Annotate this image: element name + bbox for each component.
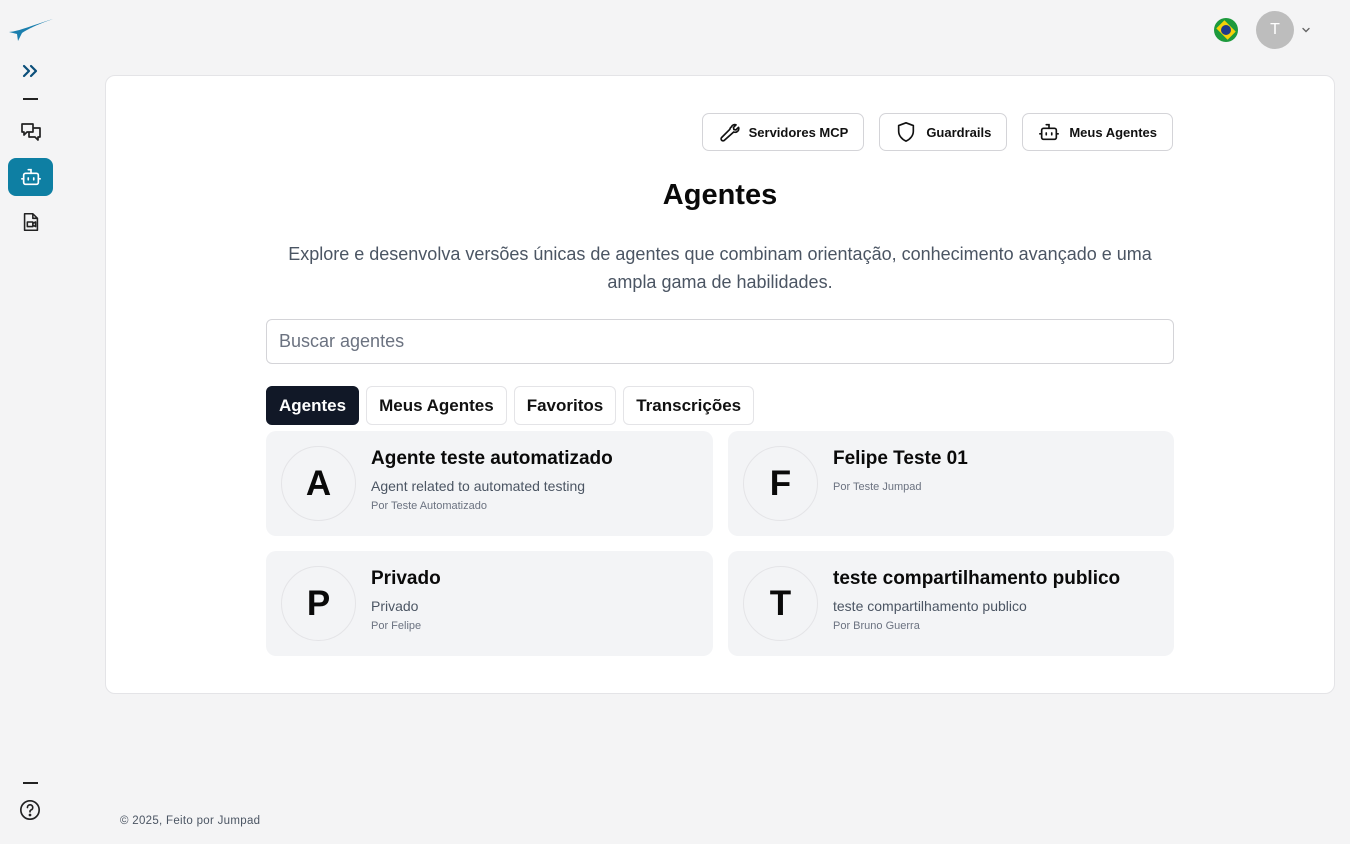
mcp-servers-label: Servidores MCP <box>748 124 849 140</box>
guardrails-button[interactable]: Guardrails <box>879 113 1008 151</box>
agent-author: Por Teste Automatizado <box>371 500 487 512</box>
my-agents-button[interactable]: Meus Agentes <box>1022 113 1173 151</box>
agent-author: Por Bruno Guerra <box>833 620 920 632</box>
tab-bar: Agentes Meus Agentes Favoritos Transcriç… <box>266 386 755 425</box>
help-icon[interactable] <box>18 798 42 822</box>
sidebar-divider <box>23 782 38 784</box>
agent-author: Por Teste Jumpad <box>833 481 922 493</box>
agent-name: Felipe Teste 01 <box>833 448 968 469</box>
agent-description: Privado <box>371 598 419 614</box>
agent-author: Por Felipe <box>371 620 422 632</box>
agent-description: teste compartilhamento publico <box>833 598 1027 614</box>
video-file-icon <box>23 212 38 232</box>
agent-avatar: P <box>281 566 356 641</box>
agent-description: Agent related to automated testing <box>371 478 586 494</box>
user-menu[interactable]: T <box>1256 11 1312 49</box>
agent-avatar: T <box>743 566 818 641</box>
page-title: Agentes <box>662 179 778 211</box>
robot-icon <box>20 168 41 186</box>
agent-card[interactable]: A Agente teste automatizado Agent relate… <box>266 431 713 536</box>
sidebar-divider <box>23 98 38 100</box>
page-description: Explore e desenvolva versões únicas de a… <box>288 244 1152 292</box>
sidebar <box>0 0 60 844</box>
sidebar-item-transcriptions[interactable] <box>8 203 53 241</box>
agent-name: Privado <box>371 568 441 589</box>
chat-icon <box>20 123 41 141</box>
tab-transcriptions[interactable]: Transcrições <box>623 386 755 425</box>
robot-icon <box>1039 123 1060 141</box>
brazil-flag-icon[interactable] <box>1214 18 1238 42</box>
main-card: Servidores MCP Guardrails Meus Agentes A… <box>105 75 1335 694</box>
shield-icon <box>898 122 915 142</box>
agent-card[interactable]: F Felipe Teste 01 Por Teste Jumpad <box>728 431 1174 536</box>
agents-grid: A Agente teste automatizado Agent relate… <box>266 431 1174 656</box>
footer-text: © 2025, Feito por Jumpad <box>120 815 261 827</box>
agent-name: teste compartilhamento publico <box>833 568 1121 589</box>
agent-name: Agente teste automatizado <box>371 448 613 469</box>
sidebar-item-agents[interactable] <box>8 158 53 196</box>
guardrails-label: Guardrails <box>926 124 992 140</box>
chevron-down-icon[interactable] <box>1300 24 1312 36</box>
avatar[interactable]: T <box>1256 11 1294 49</box>
mcp-servers-button[interactable]: Servidores MCP <box>701 113 865 151</box>
sidebar-item-chat[interactable] <box>8 113 53 151</box>
search-input[interactable] <box>266 319 1174 364</box>
expand-sidebar-icon[interactable] <box>19 60 41 82</box>
tab-agents[interactable]: Agentes <box>266 386 360 425</box>
tab-my-agents[interactable]: Meus Agentes <box>366 386 507 425</box>
my-agents-label: Meus Agentes <box>1069 124 1157 140</box>
agent-avatar: F <box>743 446 818 521</box>
tab-favorites[interactable]: Favoritos <box>513 386 617 425</box>
agent-card[interactable]: P Privado Privado Por Felipe <box>266 551 713 656</box>
wrench-icon <box>719 123 740 142</box>
jumpad-logo[interactable] <box>8 16 54 42</box>
agent-card[interactable]: T teste compartilhamento publico teste c… <box>728 551 1174 656</box>
top-actions: Servidores MCP Guardrails Meus Agentes <box>701 113 1173 151</box>
agent-avatar: A <box>281 446 356 521</box>
